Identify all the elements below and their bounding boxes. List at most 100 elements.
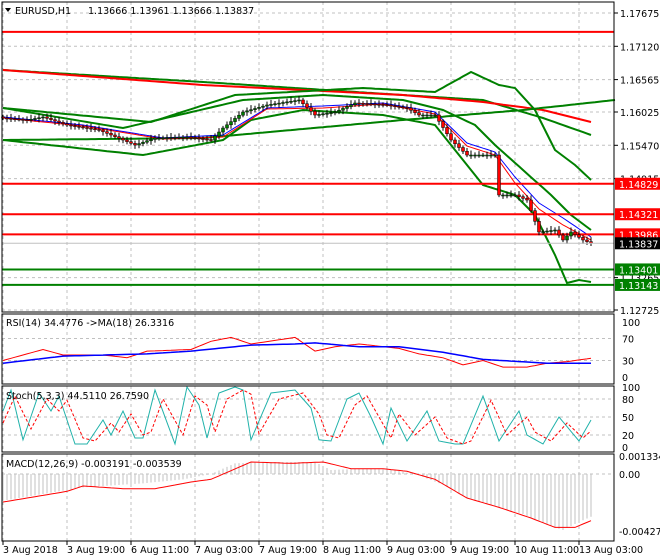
candle[interactable] bbox=[221, 125, 225, 135]
candle[interactable] bbox=[469, 150, 473, 159]
price-tick-label: 1.17120 bbox=[620, 42, 659, 53]
candle-body bbox=[285, 101, 289, 104]
candle[interactable] bbox=[473, 152, 477, 159]
candle[interactable] bbox=[377, 100, 381, 108]
candle[interactable] bbox=[481, 152, 485, 158]
candle-body bbox=[65, 123, 69, 126]
candle[interactable] bbox=[229, 117, 233, 129]
candle-body bbox=[297, 99, 301, 102]
candle[interactable] bbox=[373, 101, 377, 109]
candle[interactable] bbox=[453, 137, 457, 148]
candle[interactable] bbox=[121, 136, 125, 144]
candle[interactable] bbox=[533, 207, 537, 226]
candle[interactable] bbox=[245, 107, 249, 116]
candle[interactable] bbox=[113, 132, 117, 139]
candle[interactable] bbox=[277, 99, 281, 108]
candle[interactable] bbox=[501, 192, 505, 199]
candle[interactable] bbox=[257, 103, 261, 111]
candle[interactable] bbox=[529, 195, 533, 213]
time-label: 9 Aug 03:00 bbox=[387, 545, 445, 556]
main-frame bbox=[1, 1, 615, 313]
candle[interactable] bbox=[225, 121, 229, 131]
candle[interactable] bbox=[577, 230, 581, 240]
candle[interactable] bbox=[361, 101, 365, 107]
candle-body bbox=[21, 119, 25, 121]
candle-body bbox=[545, 230, 549, 233]
candle[interactable] bbox=[169, 133, 173, 141]
candle[interactable] bbox=[557, 226, 561, 238]
candle[interactable] bbox=[21, 117, 25, 124]
candle[interactable] bbox=[133, 140, 137, 149]
candle[interactable] bbox=[285, 98, 289, 106]
candle[interactable] bbox=[237, 111, 241, 122]
rsi-line bbox=[2, 336, 592, 368]
candle-body bbox=[517, 194, 521, 197]
candle[interactable] bbox=[545, 227, 549, 234]
candle-body bbox=[229, 121, 233, 126]
candle[interactable] bbox=[437, 111, 441, 126]
candle-body bbox=[293, 100, 297, 102]
candle[interactable] bbox=[165, 134, 169, 142]
macd-panel[interactable] bbox=[2, 461, 592, 531]
candle-body bbox=[237, 114, 241, 119]
candle[interactable] bbox=[249, 105, 253, 115]
candle-body bbox=[457, 143, 461, 148]
trading-chart[interactable]: 3 Aug 2018 3 Aug 19:00 6 Aug 11:00 7 Aug 03… bbox=[0, 0, 660, 560]
candle[interactable] bbox=[193, 134, 197, 141]
candle[interactable] bbox=[25, 116, 29, 124]
candle[interactable] bbox=[117, 132, 121, 143]
candle[interactable] bbox=[401, 104, 405, 110]
candle[interactable] bbox=[445, 124, 449, 137]
candle[interactable] bbox=[13, 115, 17, 122]
candle-body bbox=[53, 119, 57, 122]
candle[interactable] bbox=[65, 120, 69, 128]
candle[interactable] bbox=[333, 109, 337, 116]
candle[interactable] bbox=[181, 135, 185, 142]
candle[interactable] bbox=[477, 151, 481, 158]
candle[interactable] bbox=[29, 114, 33, 123]
candle[interactable] bbox=[349, 100, 353, 110]
candle-body bbox=[249, 109, 253, 112]
candle[interactable] bbox=[301, 97, 305, 107]
candle[interactable] bbox=[273, 101, 277, 107]
price-panel[interactable] bbox=[1, 30, 616, 286]
time-label: 7 Aug 03:00 bbox=[195, 545, 253, 556]
candle-body bbox=[161, 137, 165, 139]
candle[interactable] bbox=[309, 103, 313, 116]
candle[interactable] bbox=[173, 134, 177, 141]
candle[interactable] bbox=[461, 145, 465, 154]
candle[interactable] bbox=[457, 139, 461, 151]
candle[interactable] bbox=[69, 120, 73, 130]
candle[interactable] bbox=[417, 108, 421, 118]
candle[interactable] bbox=[465, 147, 469, 158]
candle[interactable] bbox=[233, 115, 237, 125]
candle[interactable] bbox=[293, 97, 297, 106]
candle[interactable] bbox=[5, 114, 9, 123]
candle[interactable] bbox=[137, 139, 141, 149]
time-label: 10 Aug 11:00 bbox=[515, 545, 579, 556]
candle-body bbox=[233, 118, 237, 122]
candle[interactable] bbox=[253, 105, 257, 113]
candle[interactable] bbox=[61, 120, 65, 127]
candle-body bbox=[301, 99, 305, 104]
candle-body bbox=[221, 127, 225, 133]
candle[interactable] bbox=[185, 133, 189, 141]
candle[interactable] bbox=[525, 195, 529, 203]
candle-body bbox=[365, 103, 369, 105]
rsi-panel[interactable] bbox=[2, 336, 592, 368]
candle[interactable] bbox=[197, 134, 201, 143]
collapse-triangle-icon[interactable] bbox=[5, 8, 11, 12]
candle-body bbox=[269, 104, 273, 106]
candle-body bbox=[153, 137, 157, 140]
candle-body bbox=[437, 114, 441, 122]
candle-body bbox=[345, 106, 349, 109]
candle[interactable] bbox=[497, 151, 501, 198]
candle[interactable] bbox=[269, 99, 273, 108]
candle[interactable] bbox=[405, 104, 409, 112]
candle[interactable] bbox=[393, 102, 397, 110]
candle[interactable] bbox=[241, 109, 245, 118]
candle[interactable] bbox=[553, 227, 557, 234]
candle[interactable] bbox=[589, 237, 593, 246]
candle[interactable] bbox=[281, 100, 285, 107]
candle[interactable] bbox=[389, 100, 393, 110]
